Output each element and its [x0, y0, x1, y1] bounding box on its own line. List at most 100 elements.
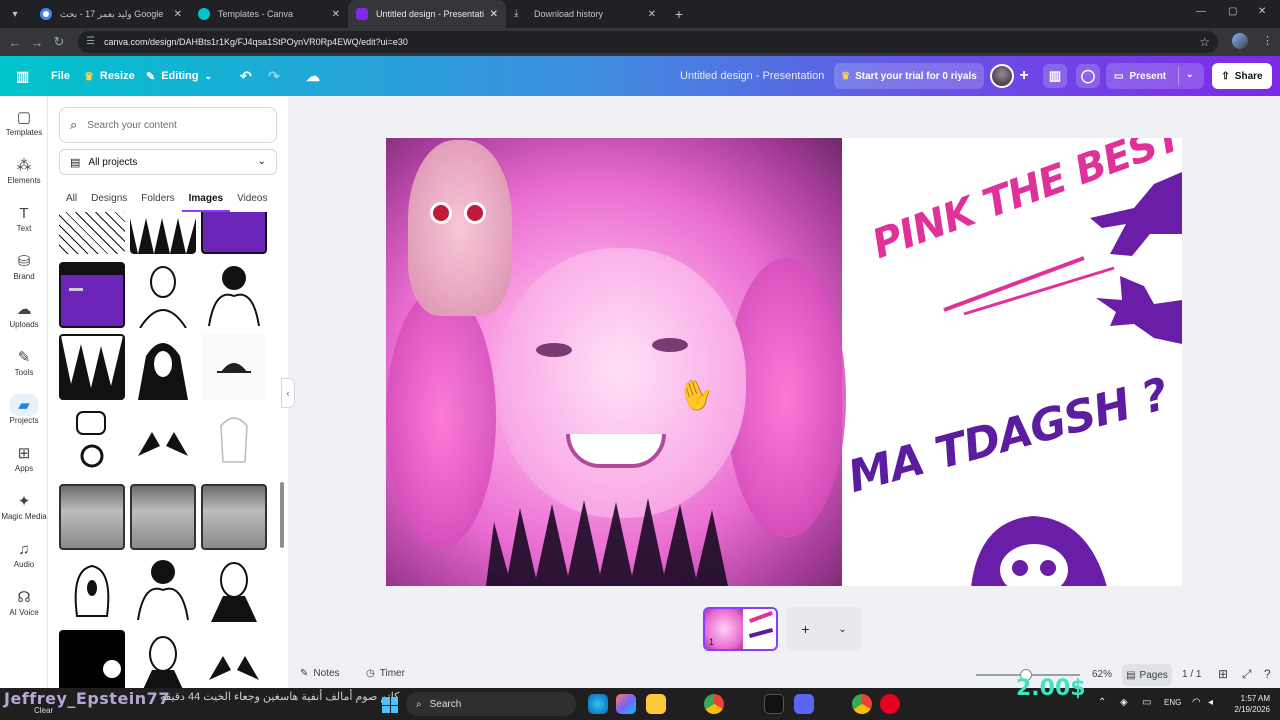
input-language[interactable]: ENG — [1164, 698, 1181, 707]
notes-button[interactable]: ✎ Notes — [300, 668, 340, 679]
image-thumb-hand-gesture[interactable] — [130, 406, 196, 472]
minimize-icon[interactable]: — — [1196, 6, 1206, 17]
image-thumb-crying-figure[interactable] — [201, 262, 267, 328]
document-title[interactable]: Untitled design - Presentation — [680, 56, 824, 96]
image-thumb-chest[interactable] — [201, 484, 267, 550]
bookmark-star-icon[interactable]: ☆ — [1199, 35, 1210, 49]
insights-chart-icon[interactable]: ▥ — [1043, 64, 1067, 88]
edge-icon[interactable] — [588, 694, 608, 714]
file-menu-button[interactable]: File — [51, 56, 70, 96]
browser-profile-avatar[interactable] — [1232, 33, 1248, 49]
image-thumb-crying-figure[interactable] — [130, 556, 196, 622]
collapse-panel-button[interactable]: ‹ — [281, 378, 295, 408]
rail-item-audio[interactable]: ♫ Audio — [0, 540, 48, 569]
image-thumb-hand-gesture[interactable] — [201, 630, 267, 688]
undo-icon[interactable]: ↶ — [240, 56, 252, 96]
redo-icon[interactable]: ↷ — [268, 56, 280, 96]
present-button[interactable]: ▭ Present ⌄ — [1106, 63, 1204, 89]
gamepad-icon[interactable]: ◈ — [1120, 697, 1128, 708]
search-input[interactable]: ⌕ Search your content — [59, 107, 277, 143]
browser-tab-google[interactable]: وليد بعمر 17 - بحث Google ✕ — [32, 0, 190, 28]
image-thumb-spikes[interactable] — [130, 212, 196, 254]
image-thumb-michael-myers[interactable] — [201, 556, 267, 622]
grid-view-icon[interactable]: ⊞ — [1218, 667, 1228, 681]
wifi-icon[interactable]: ◠ — [1192, 697, 1201, 708]
tab-videos[interactable]: Videos — [230, 191, 274, 212]
timer-button[interactable]: ◷ Timer — [366, 668, 405, 679]
image-thumb-sketch[interactable] — [201, 406, 267, 472]
forward-icon[interactable]: → — [26, 35, 48, 50]
image-thumb-purple-vest[interactable] — [201, 212, 267, 254]
pages-button[interactable]: ▤ Pages — [1122, 664, 1172, 686]
image-thumb-scream-ghost[interactable] — [59, 556, 125, 622]
taskbar-search[interactable]: ⌕ Search — [406, 692, 576, 716]
editing-mode-button[interactable]: ✎ Editing ⌄ — [146, 56, 212, 96]
weather-widget-overlay-text[interactable]: Jeffrey_Epstein77 — [4, 689, 170, 708]
tab-designs[interactable]: Designs — [84, 191, 134, 212]
url-input[interactable]: ☰ canva.com/design/DAHBts1r1Kg/FJ4qsa1St… — [78, 31, 1218, 53]
photo-girl-pink[interactable]: ✋ — [386, 138, 846, 586]
browser-menu-icon[interactable]: ⋮ — [1262, 34, 1273, 47]
help-icon[interactable]: ? — [1264, 667, 1271, 681]
rail-item-ai-voice[interactable]: ☊ AI Voice — [0, 588, 48, 617]
rail-item-uploads[interactable]: ☁ Uploads — [0, 300, 48, 329]
close-icon[interactable]: ✕ — [332, 9, 340, 20]
panel-scrollbar[interactable] — [280, 214, 284, 684]
reload-icon[interactable]: ↻ — [48, 34, 70, 50]
back-icon[interactable]: ← — [4, 35, 26, 50]
new-tab-button[interactable]: + — [668, 3, 690, 25]
chevron-down-icon[interactable]: ⌄ — [838, 624, 846, 635]
chrome-icon[interactable] — [704, 694, 724, 714]
share-button[interactable]: ⇧ Share — [1212, 63, 1272, 89]
rail-item-apps[interactable]: ⊞ Apps — [0, 444, 48, 473]
comment-icon[interactable]: ◯ — [1076, 64, 1100, 88]
copilot-icon[interactable] — [616, 694, 636, 714]
rail-item-projects[interactable]: ▰ Projects — [0, 396, 48, 425]
image-thumb-ghostface[interactable] — [130, 334, 196, 400]
menu-toggle-icon[interactable]: ▥ — [16, 56, 29, 96]
window-close-icon[interactable]: ✕ — [1258, 6, 1266, 17]
image-thumb-masked-figure[interactable] — [130, 262, 196, 328]
projects-filter-dropdown[interactable]: ▤ All projects ⌄ — [59, 149, 277, 175]
system-clock[interactable]: 1:57 AM 2/19/2026 — [1226, 693, 1270, 715]
image-thumb-small-skull[interactable] — [201, 334, 267, 400]
tab-images[interactable]: Images — [181, 191, 231, 212]
pinterest-icon[interactable] — [880, 694, 900, 714]
tab-folders[interactable]: Folders — [134, 191, 181, 212]
image-thumb-chest[interactable] — [59, 484, 125, 550]
image-thumb-michael-myers[interactable] — [130, 630, 196, 688]
image-thumb-teeth[interactable] — [59, 334, 125, 400]
tab-all[interactable]: All — [59, 191, 84, 212]
image-thumb-chain-fist[interactable] — [59, 406, 125, 472]
site-info-icon[interactable]: ☰ — [86, 36, 95, 47]
rail-item-templates[interactable]: ▢ Templates — [0, 108, 48, 137]
discord-icon[interactable] — [794, 694, 814, 714]
user-avatar[interactable] — [990, 64, 1014, 88]
volume-icon[interactable]: ◂ — [1208, 697, 1213, 708]
add-collaborator-icon[interactable]: + — [1012, 64, 1036, 88]
rail-item-tools[interactable]: ✎ Tools — [0, 348, 48, 377]
cloud-save-icon[interactable]: ☁ — [306, 56, 320, 96]
tray-chevron-icon[interactable]: ⌃ — [1098, 697, 1106, 708]
add-page-button[interactable]: + ⌄ — [787, 607, 861, 651]
zoom-value[interactable]: 62% — [1092, 669, 1112, 680]
display-icon[interactable]: ▭ — [1142, 697, 1151, 708]
file-explorer-icon[interactable] — [646, 694, 666, 714]
rail-item-magic-media[interactable]: ✦ Magic Media — [0, 492, 48, 521]
tab-search-icon[interactable]: ▾ — [4, 3, 26, 25]
close-icon[interactable]: ✕ — [648, 9, 656, 20]
scrollbar-thumb[interactable] — [280, 482, 284, 548]
capcut-icon[interactable] — [764, 694, 784, 714]
fullscreen-icon[interactable]: ⤢ — [1242, 667, 1252, 682]
start-trial-button[interactable]: ♛ Start your trial for 0 riyals — [834, 63, 984, 89]
browser-tab-downloads[interactable]: ⤓ Download history ✕ — [506, 0, 664, 28]
close-icon[interactable]: ✕ — [490, 9, 498, 20]
rail-item-brand[interactable]: ⛁ Brand — [0, 252, 48, 281]
rail-item-elements[interactable]: ⁂ Elements — [0, 156, 48, 185]
windows-start-icon[interactable] — [382, 697, 398, 713]
chrome-icon[interactable] — [852, 694, 872, 714]
close-icon[interactable]: ✕ — [174, 9, 182, 20]
browser-tab-templates[interactable]: Templates - Canva ✕ — [190, 0, 348, 28]
image-thumb-chest[interactable] — [130, 484, 196, 550]
image-thumb-be-good[interactable] — [59, 630, 125, 688]
